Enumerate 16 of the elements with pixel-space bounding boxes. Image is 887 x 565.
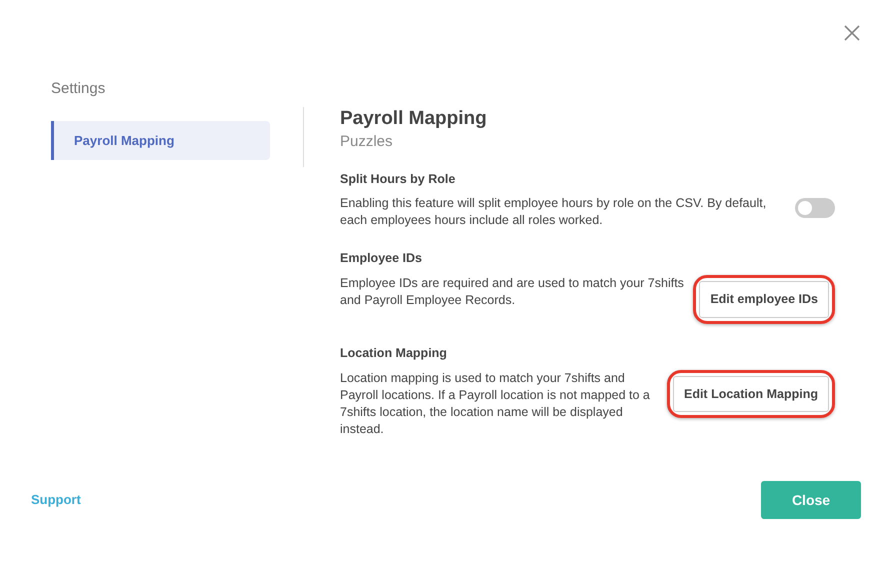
section-description: Enabling this feature will split employee hours by role on the CSV. By default, each employees hours include all roles worked. xyxy=(340,195,768,230)
support-link[interactable]: Support xyxy=(31,490,81,510)
sidebar-item[interactable]: Payroll Mapping xyxy=(51,120,270,160)
page-subtitle: Puzzles xyxy=(340,132,394,152)
toggle-switch[interactable] xyxy=(795,198,835,218)
section-description: Location mapping is used to match your 7shifts and Payroll locations. If a Payroll location is not mapped to a 7shifts location, the location name will be displayed instead. xyxy=(340,370,651,438)
close-button[interactable]: Close xyxy=(761,481,861,519)
close-icon[interactable] xyxy=(843,24,861,42)
section-title: Split Hours by Role xyxy=(340,170,456,188)
edit-button[interactable]: Edit employee IDs xyxy=(699,281,829,318)
page-title: Payroll Mapping xyxy=(340,107,488,131)
section-description: Employee IDs are required and are used to match your 7shifts and Payroll Employee Records. xyxy=(340,275,685,309)
section-title: Employee IDs xyxy=(340,250,423,268)
sidebar-title: Settings xyxy=(51,79,106,99)
edit-button[interactable]: Edit Location Mapping xyxy=(672,376,829,412)
section-title: Location Mapping xyxy=(340,344,448,362)
